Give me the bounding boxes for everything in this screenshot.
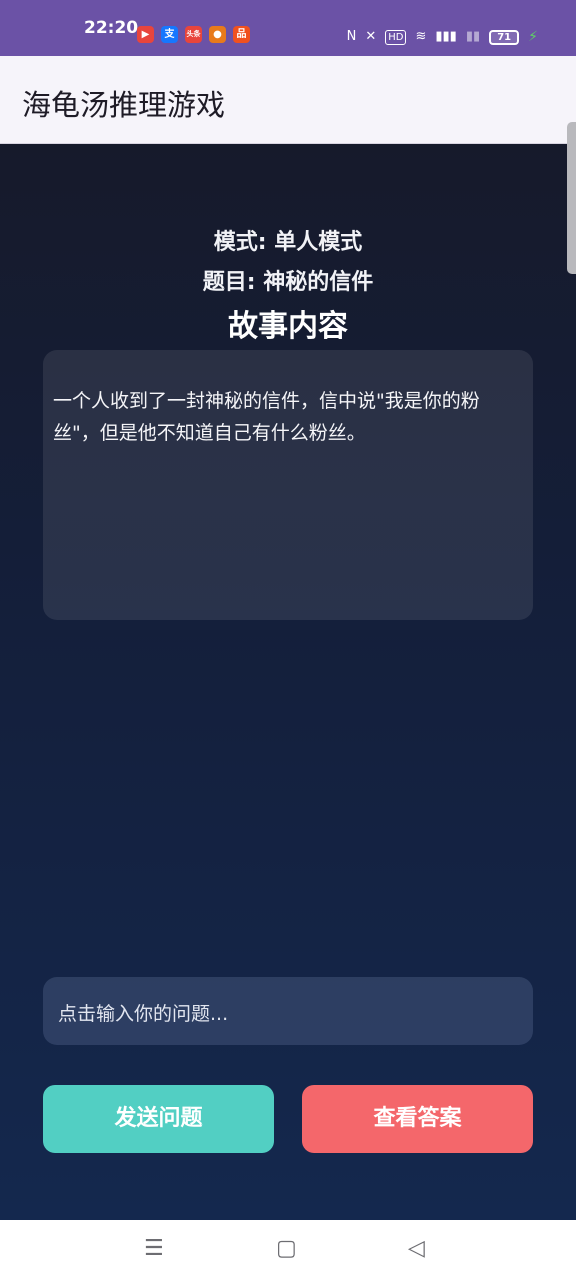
system-icons: N ✕ HD ≋ ▮▮▮ ▮▮ 71 ⚡ [347,28,538,46]
app-bar: 海龟汤推理游戏 [0,56,576,144]
story-text: 一个人收到了一封神秘的信件，信中说"我是你的粉丝"，但是他不知道自己有什么粉丝。 [53,390,480,444]
topic-label: 题目: 神秘的信件 [202,270,374,295]
back-icon[interactable]: ◁ [408,1238,425,1260]
video-app-icon: ▶ [137,26,154,43]
taobao-app-icon: 品 [233,26,250,43]
status-bar: 22:20 ▶ 支 头条 ● 品 N ✕ HD ≋ ▮▮▮ ▮▮ 71 ⚡ [0,0,576,56]
signal-icon: ▮▮ [465,29,481,44]
navigation-bar: ☰ ▢ ◁ [0,1220,576,1280]
wifi-icon: ≋ [415,29,427,44]
weibo-app-icon: ● [209,26,226,43]
notification-icons: ▶ 支 头条 ● 品 [137,26,250,46]
home-icon[interactable]: ▢ [276,1238,297,1260]
nfc-icon: N [346,29,357,44]
charging-icon: ⚡ [528,29,538,45]
story-card: 一个人收到了一封神秘的信件，信中说"我是你的粉丝"，但是他不知道自己有什么粉丝。 [43,350,533,620]
menu-icon[interactable]: ☰ [144,1238,164,1260]
send-question-button[interactable]: 发送问题 [43,1085,274,1153]
hd-icon: HD [385,29,407,45]
view-answer-button[interactable]: 查看答案 [302,1085,533,1153]
app-title: 海龟汤推理游戏 [22,88,226,122]
signal-5g-icon: ▮▮▮ [435,29,457,44]
mute-icon: ✕ [365,29,377,44]
status-time: 22:20 [84,18,139,38]
question-input[interactable]: 点击输入你的问题... [43,977,533,1045]
alipay-app-icon: 支 [161,26,178,43]
question-placeholder: 点击输入你的问题... [58,1003,229,1025]
game-area: 模式: 单人模式 题目: 神秘的信件 故事内容 一个人收到了一封神秘的信件，信中… [0,144,576,1220]
mode-label: 模式: 单人模式 [213,230,363,255]
news-app-icon: 头条 [185,26,202,43]
battery-icon: 71 [489,29,520,45]
story-heading: 故事内容 [228,309,348,344]
scrollbar-thumb[interactable] [567,122,576,274]
